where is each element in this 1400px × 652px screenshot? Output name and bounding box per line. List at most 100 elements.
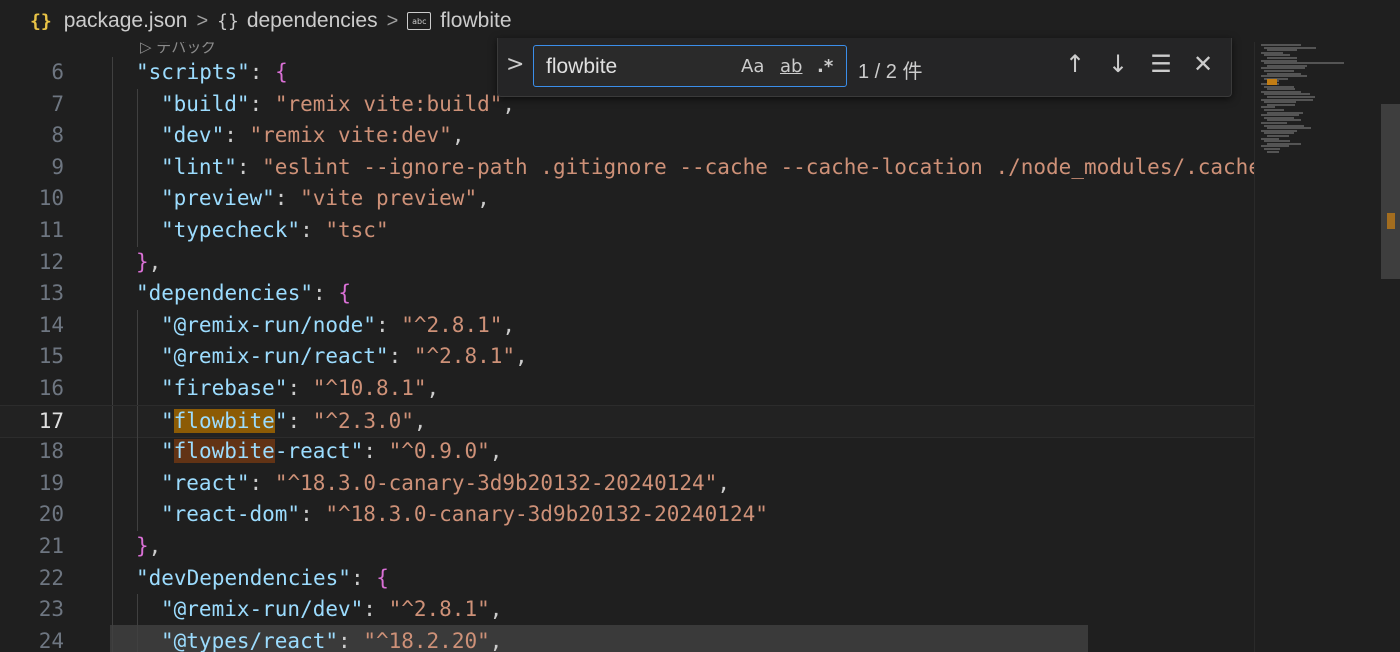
regex-icon[interactable]: .* xyxy=(817,55,833,79)
code-line[interactable]: 8 "dev": "remix vite:dev", xyxy=(0,120,1254,152)
code-line[interactable]: 11 "typecheck": "tsc" xyxy=(0,215,1254,247)
json-key: "lint" xyxy=(161,154,237,179)
codelens-label: デバッグ xyxy=(156,42,217,56)
minimap-match xyxy=(1267,82,1277,85)
line-number[interactable]: 14 xyxy=(0,310,64,342)
code-line[interactable]: 21}, xyxy=(0,531,1254,563)
indent-guide xyxy=(137,436,138,468)
indent-guide xyxy=(137,499,138,531)
code-editor[interactable]: ▷ デバッグ 6 "scripts": {7 "build": "remix vit… xyxy=(0,42,1254,652)
chevron-right-icon: > xyxy=(196,9,209,32)
line-number[interactable]: 24 xyxy=(0,626,64,652)
line-number[interactable]: 7 xyxy=(0,89,64,121)
line-number[interactable]: 6 xyxy=(0,57,64,89)
next-match-arrow-down-icon[interactable]: ↓ xyxy=(1103,50,1133,78)
find-in-selection-icon[interactable]: ☰ xyxy=(1146,50,1176,78)
code-line[interactable]: 13 "dependencies": { xyxy=(0,278,1254,310)
line-number[interactable]: 21 xyxy=(0,531,64,563)
line-number[interactable]: 23 xyxy=(0,594,64,626)
line-number[interactable]: 20 xyxy=(0,499,64,531)
breadcrumb-item-file[interactable]: {} package.json xyxy=(0,9,187,33)
code-text: "preview": "vite preview", xyxy=(161,183,490,215)
comma: , xyxy=(489,597,503,622)
json-file-icon: {} xyxy=(30,10,52,32)
indent-guide xyxy=(137,467,138,500)
json-value: "remix vite:build" xyxy=(274,91,503,116)
line-number[interactable]: 16 xyxy=(0,373,64,405)
comma: , xyxy=(717,470,730,495)
code-line[interactable]: 24 "@types/react": "^18.2.20", xyxy=(0,625,1254,652)
code-text: "dev": "remix vite:dev", xyxy=(161,120,464,152)
code-line[interactable]: 14 "@remix-run/node": "^2.8.1", xyxy=(0,309,1254,342)
toggle-replace-chevron-icon[interactable]: > xyxy=(506,52,524,77)
line-number[interactable]: 12 xyxy=(0,247,64,279)
code-text: "react-dom": "^18.3.0-canary-3d9b20132-2… xyxy=(161,499,768,531)
json-value: "^18.3.0-canary-3d9b20132-20240124" xyxy=(325,502,768,527)
indent-guide xyxy=(112,151,113,184)
code-line[interactable]: 22 "devDependencies": { xyxy=(0,562,1254,595)
code-line[interactable]: 18 "flowbite-react": "^0.9.0", xyxy=(0,436,1254,468)
colon: : xyxy=(363,597,389,622)
json-key-quote: " xyxy=(161,439,174,464)
colon: : xyxy=(274,186,301,211)
code-line[interactable]: 17 "flowbite": "^2.3.0", xyxy=(0,404,1254,439)
code-line[interactable]: 16 "firebase": "^10.8.1", xyxy=(0,373,1254,405)
indent-guide xyxy=(112,309,113,342)
line-number[interactable]: 17 xyxy=(0,406,64,438)
code-text: "devDependencies": { xyxy=(136,563,389,595)
code-line[interactable]: 15 "@remix-run/react": "^2.8.1", xyxy=(0,341,1254,373)
code-line[interactable]: 19 "react": "^18.3.0-canary-3d9b20132-202… xyxy=(0,467,1254,500)
line-number[interactable]: 10 xyxy=(0,183,64,215)
line-number[interactable]: 15 xyxy=(0,341,64,373)
code-line[interactable]: 9 "lint": "eslint --ignore-path .gitignor… xyxy=(0,151,1254,184)
line-number[interactable]: 9 xyxy=(0,152,64,184)
comma: , xyxy=(515,344,528,369)
json-key: "firebase" xyxy=(161,376,288,400)
open-brace: { xyxy=(275,60,288,84)
json-key-rest: -react" xyxy=(274,439,364,464)
search-match-current: flowbite xyxy=(173,408,275,433)
colon: : xyxy=(236,154,263,179)
indent-guide xyxy=(137,120,138,152)
code-text: "@remix-run/node": "^2.8.1", xyxy=(161,310,515,342)
scrollbar[interactable] xyxy=(1381,104,1400,279)
find-widget: > Aa ab .* 1 / 2 件 ↑ ↓ ☰ ✕ xyxy=(497,38,1232,97)
find-input[interactable] xyxy=(544,53,728,81)
line-number[interactable]: 13 xyxy=(0,278,64,310)
indent-guide xyxy=(137,309,138,342)
json-value: "tsc" xyxy=(325,218,389,242)
code-line[interactable]: 20 "react-dom": "^18.3.0-canary-3d9b20132… xyxy=(0,499,1254,531)
whole-word-icon[interactable]: ab xyxy=(780,55,802,79)
breadcrumb-item-key[interactable]: abc flowbite xyxy=(407,9,512,33)
previous-match-arrow-up-icon[interactable]: ↑ xyxy=(1060,50,1090,78)
match-case-icon[interactable]: Aa xyxy=(741,55,764,79)
line-number[interactable]: 19 xyxy=(0,468,64,500)
line-number[interactable]: 18 xyxy=(0,436,64,468)
line-number[interactable]: 8 xyxy=(0,120,64,152)
breadcrumb-item-section[interactable]: {} dependencies xyxy=(217,9,377,33)
colon: : xyxy=(224,123,250,148)
json-value: "^2.8.1" xyxy=(413,344,516,369)
codelens-debug[interactable]: ▷ デバッグ xyxy=(140,42,216,57)
code-line[interactable]: 23 "@remix-run/dev": "^2.8.1", xyxy=(0,594,1254,626)
code-line[interactable]: 10 "preview": "vite preview", xyxy=(0,183,1254,215)
json-value: "eslint --ignore-path .gitignore --cache… xyxy=(262,154,1254,179)
string-icon: abc xyxy=(407,12,432,30)
minimap[interactable] xyxy=(1254,42,1400,652)
indent-guide xyxy=(137,625,138,652)
comma: , xyxy=(489,628,503,652)
code-line[interactable]: 12}, xyxy=(0,246,1254,279)
find-input-box[interactable]: Aa ab .* xyxy=(533,45,847,87)
breadcrumb-section-label: dependencies xyxy=(246,9,378,32)
colon: : xyxy=(287,376,313,400)
code-text: "@remix-run/dev": "^2.8.1", xyxy=(161,594,502,626)
line-number[interactable]: 11 xyxy=(0,215,64,247)
close-icon[interactable]: ✕ xyxy=(1188,50,1218,78)
json-value: "vite preview" xyxy=(300,186,478,211)
indent-guide xyxy=(112,594,113,626)
comma: , xyxy=(413,408,427,433)
line-number[interactable]: 22 xyxy=(0,563,64,595)
scrollbar-match-marker xyxy=(1387,213,1395,229)
match-count: 1 / 2 件 xyxy=(858,61,923,83)
comma: , xyxy=(148,249,162,274)
